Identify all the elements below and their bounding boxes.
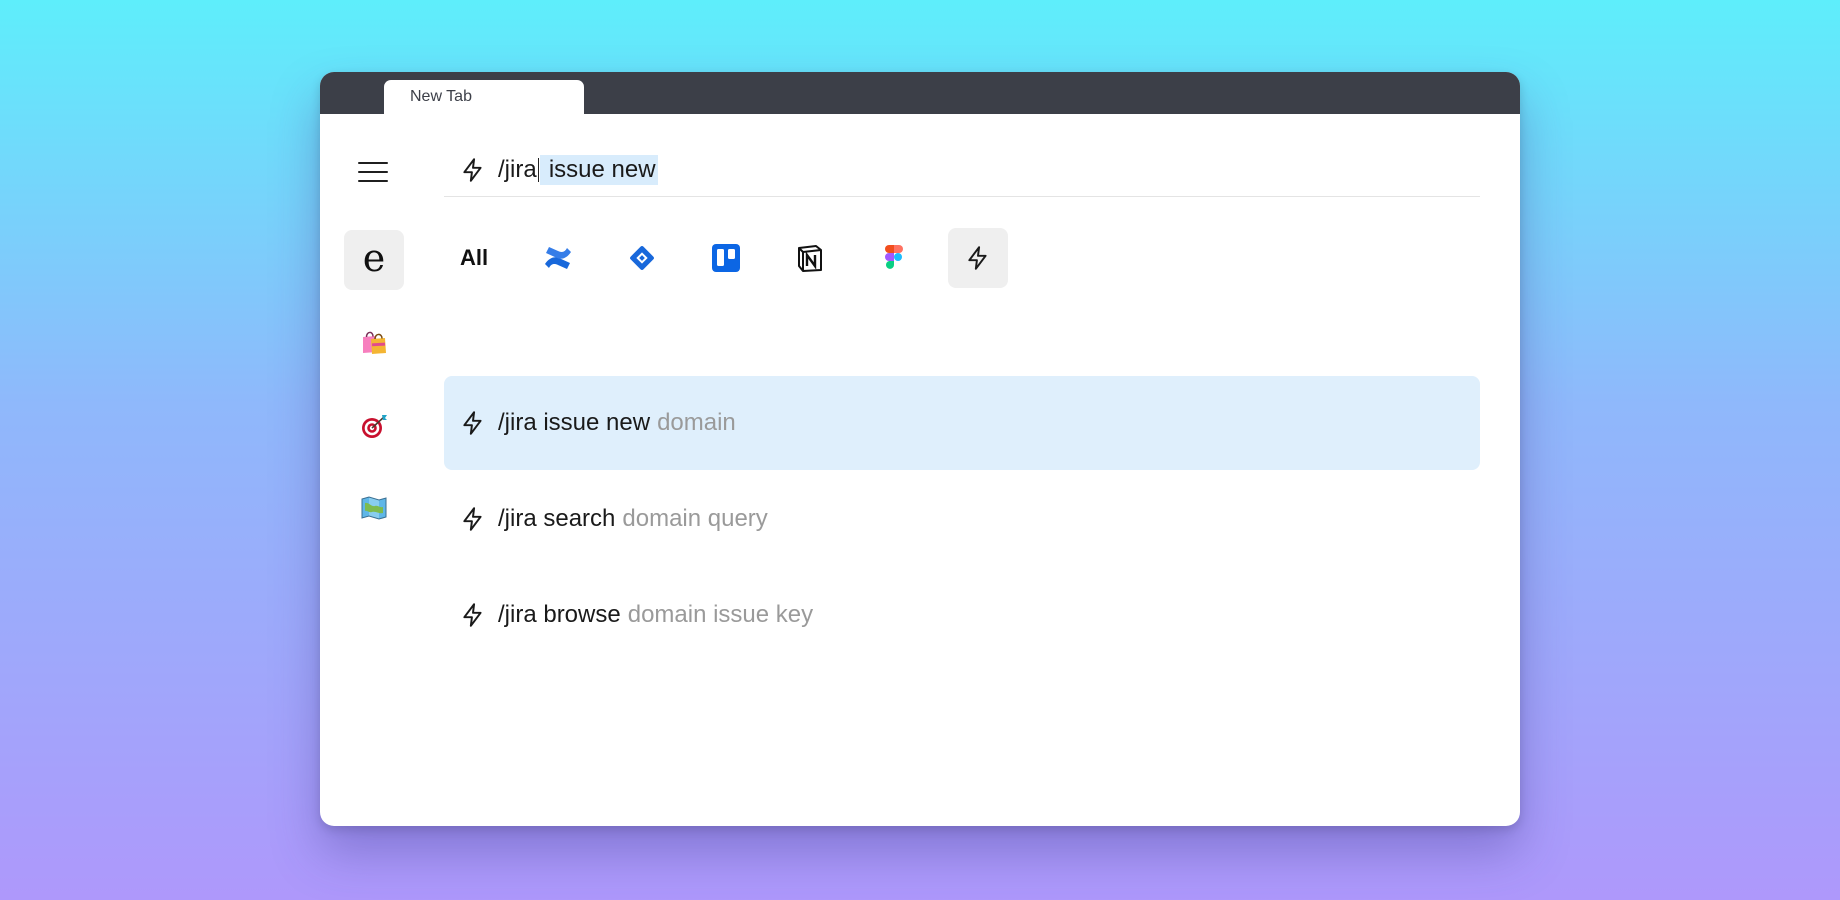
result-item[interactable]: /jira search domain query bbox=[444, 472, 1480, 566]
lightning-bolt-icon bbox=[463, 507, 482, 531]
result-item[interactable]: /jira browse domain issue key bbox=[444, 568, 1480, 662]
jira-icon bbox=[630, 246, 654, 270]
sidebar-item-shopping[interactable] bbox=[344, 312, 404, 372]
lightning-bolt-icon bbox=[968, 246, 987, 270]
result-args: domain bbox=[657, 409, 736, 436]
result-command: /jira search bbox=[498, 505, 616, 532]
sidebar-item-e[interactable]: e bbox=[344, 230, 404, 290]
direct-hit-target-icon bbox=[362, 415, 387, 438]
sidebar-item-target[interactable] bbox=[344, 396, 404, 456]
filter-all[interactable]: All bbox=[444, 228, 504, 288]
confluence-icon bbox=[545, 247, 571, 269]
filter-figma[interactable] bbox=[864, 228, 924, 288]
command-search-bar[interactable]: /jira issue new bbox=[444, 144, 1480, 197]
result-args: domain query bbox=[622, 505, 768, 532]
lightning-bolt-icon bbox=[463, 603, 482, 627]
result-args: domain issue key bbox=[627, 601, 814, 628]
result-item[interactable]: /jira issue new domain bbox=[444, 376, 1480, 470]
tab-new-tab[interactable]: New Tab bbox=[384, 80, 584, 114]
search-query-text: /jira bbox=[498, 156, 537, 183]
text-caret bbox=[537, 158, 540, 182]
sidebar: e bbox=[320, 114, 428, 826]
hamburger-menu-icon[interactable] bbox=[358, 160, 388, 184]
filter-confluence[interactable] bbox=[528, 228, 588, 288]
search-input[interactable]: /jira issue new bbox=[498, 155, 658, 185]
e-letter-icon: e bbox=[362, 236, 386, 280]
shopping-bags-icon bbox=[363, 331, 386, 354]
filter-trello[interactable] bbox=[696, 228, 756, 288]
search-query-selection: issue new bbox=[540, 155, 658, 185]
sidebar-item-map[interactable] bbox=[344, 478, 404, 538]
result-command: /jira issue new bbox=[498, 409, 651, 436]
lightning-bolt-icon bbox=[463, 158, 482, 182]
source-filter-bar: All bbox=[444, 228, 1032, 288]
notion-icon bbox=[798, 245, 822, 272]
tab-bar: New Tab bbox=[320, 72, 1520, 114]
lightning-bolt-icon bbox=[463, 411, 482, 435]
tab-title: New Tab bbox=[410, 88, 472, 105]
figma-icon bbox=[885, 245, 903, 269]
trello-icon bbox=[712, 244, 740, 272]
filter-commands[interactable] bbox=[948, 228, 1008, 288]
map-icon bbox=[361, 496, 387, 520]
filter-notion[interactable] bbox=[780, 228, 840, 288]
filter-all-label: All bbox=[459, 245, 489, 270]
browser-window: New Tab e /jira issue new All /jira issu… bbox=[320, 72, 1520, 826]
launcher-panel: /jira issue new All /jira issue new doma… bbox=[444, 114, 1484, 826]
filter-jira[interactable] bbox=[612, 228, 672, 288]
result-command: /jira browse bbox=[498, 601, 621, 628]
